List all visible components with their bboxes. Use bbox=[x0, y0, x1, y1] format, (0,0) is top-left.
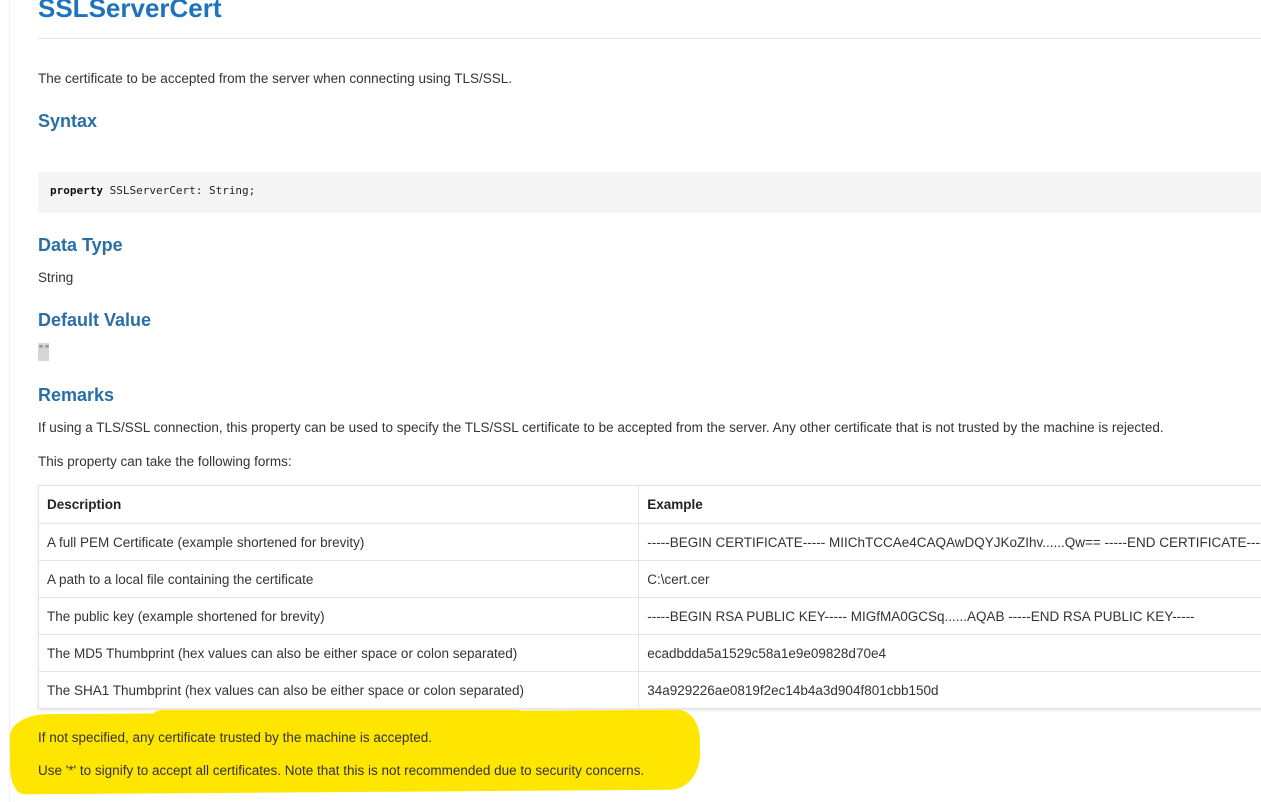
forms-table: Description Example A full PEM Certifica… bbox=[37, 485, 1261, 709]
table-row: The SHA1 Thumbprint (hex values can also… bbox=[37, 671, 1261, 709]
table-cell-description: The MD5 Thumbprint (hex values can also … bbox=[37, 634, 640, 672]
default-value-heading: Default Value bbox=[38, 310, 152, 330]
code-declaration: SSLServerCert: String; bbox=[102, 184, 256, 197]
remarks-paragraph-4: Use '*' to signify to accept all certifi… bbox=[38, 763, 645, 778]
remarks-paragraph-3: If not specified, any certificate truste… bbox=[38, 730, 432, 745]
table-cell-description: The SHA1 Thumbprint (hex values can also… bbox=[37, 671, 640, 709]
table-cell-description: The public key (example shortened for br… bbox=[37, 597, 640, 635]
remarks-heading: Remarks bbox=[38, 385, 115, 405]
code-keyword: property bbox=[50, 184, 103, 197]
table-header-row: Description Example bbox=[37, 485, 1261, 524]
remarks-paragraph-1: If using a TLS/SSL connection, this prop… bbox=[38, 420, 1164, 435]
remarks-paragraph-2: This property can take the following for… bbox=[38, 454, 292, 469]
title-divider bbox=[38, 38, 1261, 39]
table-row: The MD5 Thumbprint (hex values can also … bbox=[37, 634, 1261, 672]
table-header-description: Description bbox=[37, 485, 640, 524]
table-cell-description: A full PEM Certificate (example shortene… bbox=[37, 523, 640, 561]
page-title: SSLServerCert bbox=[38, 0, 222, 23]
table-row: A full PEM Certificate (example shortene… bbox=[37, 523, 1261, 561]
property-description: The certificate to be accepted from the … bbox=[38, 71, 513, 86]
syntax-heading: Syntax bbox=[38, 111, 98, 131]
doc-page: SSLServerCert The certificate to be acce… bbox=[0, 0, 1261, 802]
table-row: A path to a local file containing the ce… bbox=[37, 560, 1261, 598]
table-cell-example: ecadbdda5a1529c58a1e9e09828d70e4 bbox=[638, 634, 1261, 672]
syntax-code-block: property SSLServerCert: String; bbox=[38, 172, 1261, 213]
table-cell-example: -----BEGIN RSA PUBLIC KEY----- MIGfMA0GC… bbox=[638, 597, 1261, 635]
data-type-heading: Data Type bbox=[38, 235, 123, 255]
data-type-value: String bbox=[38, 270, 74, 285]
table-cell-example: 34a929226ae0819f2ec14b4a3d904f801cbb150d bbox=[638, 671, 1261, 709]
left-border bbox=[9, 0, 10, 802]
default-value-code: "" bbox=[38, 343, 50, 361]
table-cell-example: C:\cert.cer bbox=[638, 560, 1261, 598]
table-cell-example: -----BEGIN CERTIFICATE----- MIIChTCCAe4C… bbox=[638, 523, 1261, 561]
table-header-example: Example bbox=[638, 485, 1261, 524]
table-cell-description: A path to a local file containing the ce… bbox=[37, 560, 640, 598]
table-row: The public key (example shortened for br… bbox=[37, 597, 1261, 635]
